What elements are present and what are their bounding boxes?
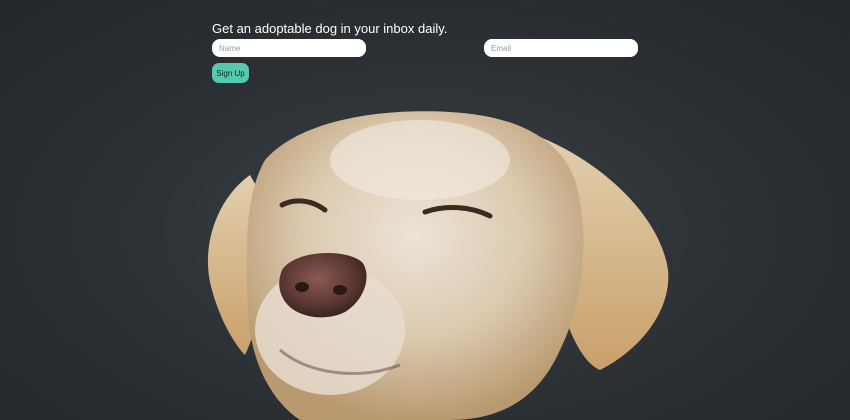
dog-hero-image (207, 111, 669, 420)
sign-up-button[interactable]: Sign Up (212, 63, 249, 83)
page: Get an adoptable dog in your inbox daily… (0, 0, 850, 420)
email-input[interactable] (484, 39, 638, 57)
name-input[interactable] (212, 39, 366, 57)
signup-headline: Get an adoptable dog in your inbox daily… (212, 21, 448, 36)
newsletter-signup-form: Get an adoptable dog in your inbox daily… (212, 21, 642, 83)
